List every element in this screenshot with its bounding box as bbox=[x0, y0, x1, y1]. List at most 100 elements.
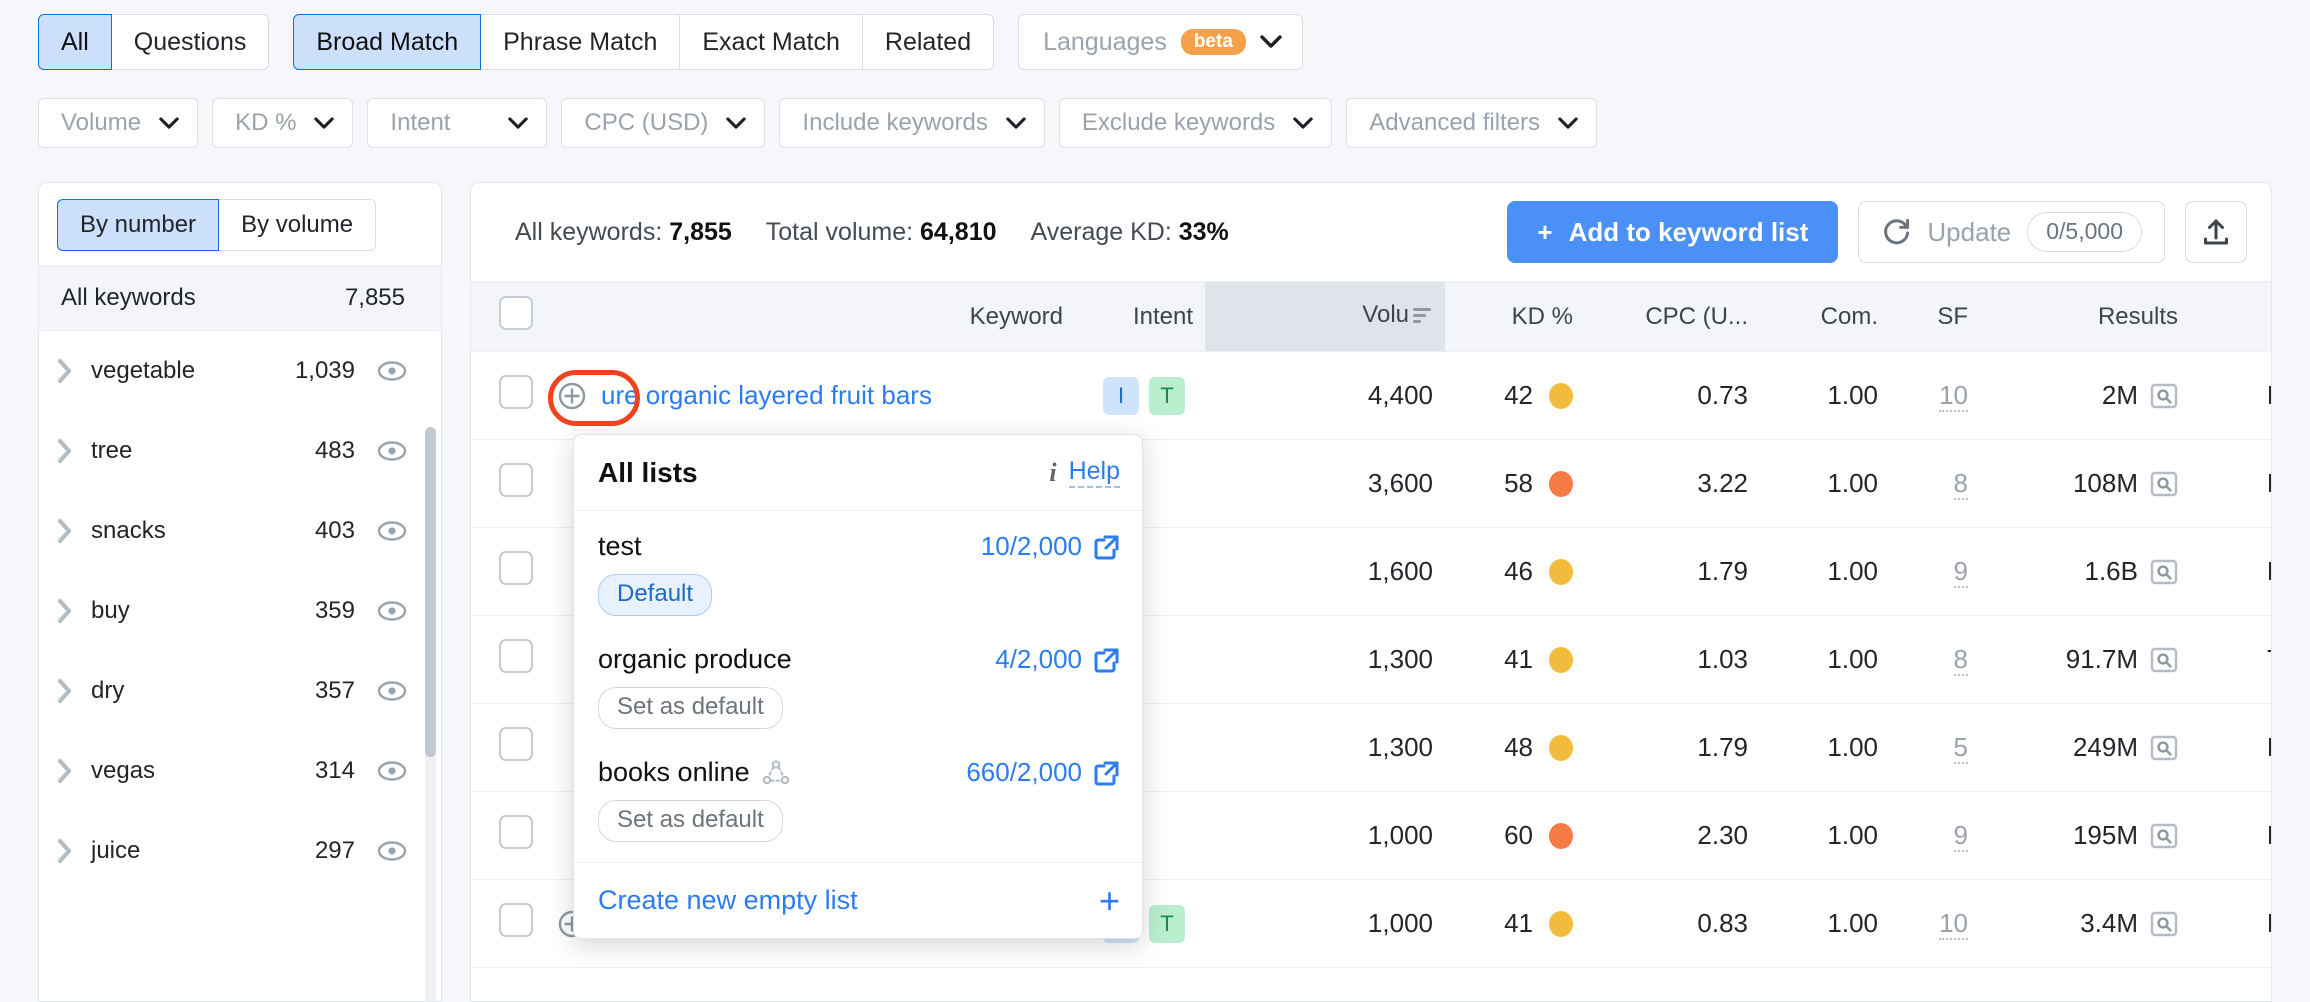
row-sf-value[interactable]: 9 bbox=[1953, 820, 1968, 852]
filter-exclude-keywords[interactable]: Exclude keywords bbox=[1058, 98, 1333, 148]
chevron-right-icon[interactable] bbox=[57, 678, 91, 704]
list-item[interactable]: books online 660/2,000 Set as default bbox=[574, 741, 1142, 854]
sidebar-item-buy[interactable]: buy 359 bbox=[39, 571, 441, 651]
tab-exact-match[interactable]: Exact Match bbox=[680, 14, 863, 70]
row-checkbox[interactable] bbox=[499, 639, 533, 673]
filter-cpc[interactable]: CPC (USD) bbox=[561, 98, 766, 148]
header-kd[interactable]: KD % bbox=[1445, 281, 1585, 352]
row-checkbox-cell[interactable] bbox=[471, 351, 545, 440]
keyword-link[interactable]: ure organic layered fruit bars bbox=[601, 380, 932, 411]
chevron-right-icon[interactable] bbox=[57, 518, 91, 544]
header-cpc[interactable]: CPC (U... bbox=[1585, 281, 1760, 352]
header-volume[interactable]: Volu bbox=[1205, 281, 1445, 352]
update-button[interactable]: Update 0/5,000 bbox=[1858, 201, 2165, 263]
row-checkbox-cell[interactable] bbox=[471, 879, 545, 968]
sidebar-item-snacks[interactable]: snacks 403 bbox=[39, 491, 441, 571]
list-name[interactable]: books online bbox=[598, 757, 750, 788]
sidebar-item-juice[interactable]: juice 297 bbox=[39, 811, 441, 891]
sidebar-item-all-keywords[interactable]: All keywords 7,855 bbox=[39, 265, 441, 331]
row-checkbox-cell[interactable] bbox=[471, 703, 545, 792]
serp-preview-icon[interactable] bbox=[2150, 822, 2178, 850]
row-sf-value[interactable]: 5 bbox=[1953, 732, 1968, 764]
sidebar-item-vegas[interactable]: vegas 314 bbox=[39, 731, 441, 811]
eye-icon[interactable] bbox=[377, 440, 407, 462]
list-count-group[interactable]: 10/2,000 bbox=[981, 531, 1120, 562]
row-sf-value[interactable]: 8 bbox=[1953, 644, 1968, 676]
serp-preview-icon[interactable] bbox=[2150, 646, 2178, 674]
tab-all[interactable]: All bbox=[38, 14, 112, 70]
list-name[interactable]: organic produce bbox=[598, 644, 792, 675]
filter-kd[interactable]: KD % bbox=[212, 98, 354, 148]
export-button[interactable] bbox=[2185, 201, 2247, 263]
header-intent[interactable]: Intent bbox=[1075, 281, 1205, 352]
sidebar-toggle-by-volume[interactable]: By volume bbox=[219, 199, 377, 251]
row-checkbox[interactable] bbox=[499, 903, 533, 937]
languages-dropdown[interactable]: Languages beta bbox=[1018, 14, 1303, 70]
chevron-right-icon[interactable] bbox=[57, 358, 91, 384]
eye-icon[interactable] bbox=[377, 520, 407, 542]
tab-related[interactable]: Related bbox=[862, 14, 995, 70]
row-checkbox-cell[interactable] bbox=[471, 439, 545, 528]
row-sf-value[interactable]: 10 bbox=[1939, 908, 1968, 940]
sidebar-item-vegetable[interactable]: vegetable 1,039 bbox=[39, 331, 441, 411]
create-new-list-button[interactable]: Create new empty list + bbox=[574, 862, 1142, 938]
add-to-keyword-list-button[interactable]: + Add to keyword list bbox=[1507, 201, 1839, 263]
header-updated[interactable]: Updated bbox=[2190, 281, 2271, 352]
header-select-all[interactable] bbox=[471, 281, 545, 352]
serp-preview-icon[interactable] bbox=[2150, 910, 2178, 938]
help-link-label[interactable]: Help bbox=[1068, 457, 1120, 488]
header-sf[interactable]: SF bbox=[1890, 281, 1980, 352]
intent-tag-transactional[interactable]: T bbox=[1149, 904, 1185, 943]
row-checkbox[interactable] bbox=[499, 815, 533, 849]
external-link-icon[interactable] bbox=[1094, 534, 1120, 560]
sidebar-item-tree[interactable]: tree 483 bbox=[39, 411, 441, 491]
row-checkbox-cell[interactable] bbox=[471, 527, 545, 616]
row-sf-value[interactable]: 10 bbox=[1939, 380, 1968, 412]
eye-icon[interactable] bbox=[377, 840, 407, 862]
tab-broad-match[interactable]: Broad Match bbox=[293, 14, 482, 70]
eye-icon[interactable] bbox=[377, 360, 407, 382]
chevron-right-icon[interactable] bbox=[57, 598, 91, 624]
tab-phrase-match[interactable]: Phrase Match bbox=[481, 14, 681, 70]
eye-icon[interactable] bbox=[377, 760, 407, 782]
external-link-icon[interactable] bbox=[1094, 647, 1120, 673]
set-as-default-button[interactable]: Set as default bbox=[598, 687, 783, 729]
row-checkbox[interactable] bbox=[499, 375, 533, 409]
intent-tag-transactional[interactable]: T bbox=[1149, 376, 1185, 415]
row-checkbox-cell[interactable] bbox=[471, 615, 545, 704]
serp-preview-icon[interactable] bbox=[2150, 470, 2178, 498]
serp-preview-icon[interactable] bbox=[2150, 734, 2178, 762]
filter-advanced[interactable]: Advanced filters bbox=[1346, 98, 1598, 148]
row-checkbox-cell[interactable] bbox=[471, 791, 545, 880]
add-keyword-to-list-icon[interactable] bbox=[557, 381, 587, 411]
serp-preview-icon[interactable] bbox=[2150, 382, 2178, 410]
eye-icon[interactable] bbox=[377, 680, 407, 702]
filter-intent[interactable]: Intent bbox=[367, 98, 548, 148]
list-item[interactable]: organic produce 4/2,000 Set as default bbox=[574, 628, 1142, 741]
row-sf-value[interactable]: 8 bbox=[1953, 468, 1968, 500]
list-count-group[interactable]: 4/2,000 bbox=[995, 644, 1120, 675]
external-link-icon[interactable] bbox=[1094, 760, 1120, 786]
list-name[interactable]: test bbox=[598, 531, 642, 562]
chevron-right-icon[interactable] bbox=[57, 758, 91, 784]
chevron-right-icon[interactable] bbox=[57, 838, 91, 864]
row-sf-value[interactable]: 9 bbox=[1953, 556, 1968, 588]
serp-preview-icon[interactable] bbox=[2150, 558, 2178, 586]
chevron-right-icon[interactable] bbox=[57, 438, 91, 464]
eye-icon[interactable] bbox=[377, 600, 407, 622]
list-count-group[interactable]: 660/2,000 bbox=[966, 757, 1120, 788]
filter-include-keywords[interactable]: Include keywords bbox=[779, 98, 1045, 148]
row-checkbox[interactable] bbox=[499, 727, 533, 761]
intent-tag-informational[interactable]: I bbox=[1103, 376, 1139, 415]
tab-questions[interactable]: Questions bbox=[111, 14, 270, 70]
row-checkbox[interactable] bbox=[499, 463, 533, 497]
header-competition[interactable]: Com. bbox=[1760, 281, 1890, 352]
filter-volume[interactable]: Volume bbox=[38, 98, 199, 148]
header-keyword[interactable]: Keyword bbox=[545, 281, 1075, 352]
help-link-group[interactable]: i Help bbox=[1049, 457, 1120, 488]
sidebar-item-dry[interactable]: dry 357 bbox=[39, 651, 441, 731]
set-as-default-button[interactable]: Set as default bbox=[598, 800, 783, 842]
row-checkbox[interactable] bbox=[499, 551, 533, 585]
sidebar-toggle-by-number[interactable]: By number bbox=[57, 199, 220, 251]
list-item[interactable]: test 10/2,000 Default bbox=[574, 515, 1142, 628]
